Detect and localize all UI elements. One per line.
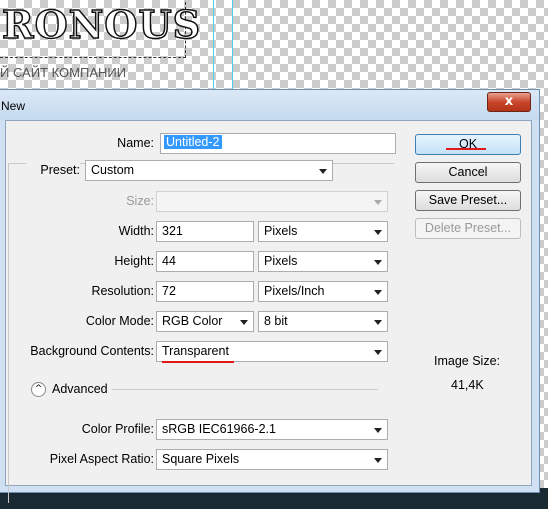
name-field[interactable]: Untitled-2 xyxy=(160,133,396,154)
height-unit-value: Pixels xyxy=(264,254,298,268)
guide-line xyxy=(213,0,214,90)
resolution-unit-value: Pixels/Inch xyxy=(264,284,325,298)
chevron-down-icon xyxy=(374,428,382,433)
color-mode-value: RGB Color xyxy=(162,314,223,328)
new-document-dialog: New x Name: Untitled-2 Preset: Custom Si… xyxy=(0,89,540,503)
color-profile-dropdown[interactable]: sRGB IEC61966-2.1 xyxy=(156,419,388,440)
ok-button[interactable]: OK xyxy=(415,134,521,155)
chevron-down-icon xyxy=(319,169,327,174)
background-contents-value: Transparent xyxy=(162,344,229,358)
chevron-down-icon xyxy=(374,458,382,463)
height-field[interactable]: 44 xyxy=(156,251,254,272)
color-profile-label: Color Profile: xyxy=(81,422,154,436)
close-button[interactable]: x xyxy=(487,92,531,112)
preset-label: Preset: xyxy=(26,163,80,177)
width-unit-value: Pixels xyxy=(264,224,298,238)
image-size-label: Image Size: xyxy=(434,354,501,368)
chevron-down-icon xyxy=(374,350,382,355)
guide-line xyxy=(232,0,233,90)
logo-text: RONOUS xyxy=(0,1,201,58)
resolution-field[interactable]: 72 xyxy=(156,281,254,302)
cancel-button[interactable]: Cancel xyxy=(415,162,521,183)
collapse-icon: ^ xyxy=(34,384,43,394)
save-preset-button[interactable]: Save Preset... xyxy=(415,190,521,211)
pixel-aspect-ratio-value: Square Pixels xyxy=(162,452,240,466)
slogan-text: Й САЙТ КОМПАНИИ xyxy=(0,65,127,80)
size-dropdown xyxy=(156,191,388,212)
chevron-down-icon xyxy=(374,200,382,205)
color-mode-label: Color Mode: xyxy=(85,314,154,328)
name-label: Name: xyxy=(117,136,154,150)
dialog-titlebar[interactable]: New x xyxy=(0,90,539,120)
bit-depth-dropdown[interactable]: 8 bit xyxy=(258,311,388,332)
chevron-down-icon xyxy=(374,320,382,325)
image-size-value: 41,4K xyxy=(451,378,484,392)
chevron-down-icon xyxy=(374,230,382,235)
red-underline-annotation xyxy=(162,361,234,363)
height-label: Height: xyxy=(114,254,154,268)
height-unit-dropdown[interactable]: Pixels xyxy=(258,251,388,272)
preset-value: Custom xyxy=(91,163,135,177)
advanced-label: Advanced xyxy=(52,382,108,396)
pixel-aspect-ratio-dropdown[interactable]: Square Pixels xyxy=(156,449,388,470)
chevron-down-icon xyxy=(374,290,382,295)
width-unit-dropdown[interactable]: Pixels xyxy=(258,221,388,242)
resolution-unit-dropdown[interactable]: Pixels/Inch xyxy=(258,281,388,302)
red-underline-annotation xyxy=(446,148,486,150)
preset-dropdown[interactable]: Custom xyxy=(85,160,333,181)
pixel-aspect-ratio-label: Pixel Aspect Ratio: xyxy=(49,452,154,466)
chevron-down-icon xyxy=(240,320,248,325)
dialog-body: Name: Untitled-2 Preset: Custom Size: Wi… xyxy=(5,120,532,503)
size-label: Size: xyxy=(126,194,154,208)
advanced-toggle-button[interactable]: ^ xyxy=(31,382,46,397)
name-value: Untitled-2 xyxy=(164,135,222,149)
delete-preset-button: Delete Preset... xyxy=(415,218,521,239)
chevron-down-icon xyxy=(374,260,382,265)
color-mode-dropdown[interactable]: RGB Color xyxy=(156,311,254,332)
background-contents-label: Background Contents: xyxy=(30,344,154,358)
bit-depth-value: 8 bit xyxy=(264,314,288,328)
color-profile-value: sRGB IEC61966-2.1 xyxy=(162,422,276,436)
resolution-label: Resolution: xyxy=(91,284,154,298)
close-icon: x xyxy=(504,94,514,109)
width-field[interactable]: 321 xyxy=(156,221,254,242)
width-label: Width: xyxy=(118,224,154,238)
background-contents-dropdown[interactable]: Transparent xyxy=(156,341,388,362)
dialog-title: New xyxy=(1,99,26,113)
advanced-divider xyxy=(112,389,378,390)
